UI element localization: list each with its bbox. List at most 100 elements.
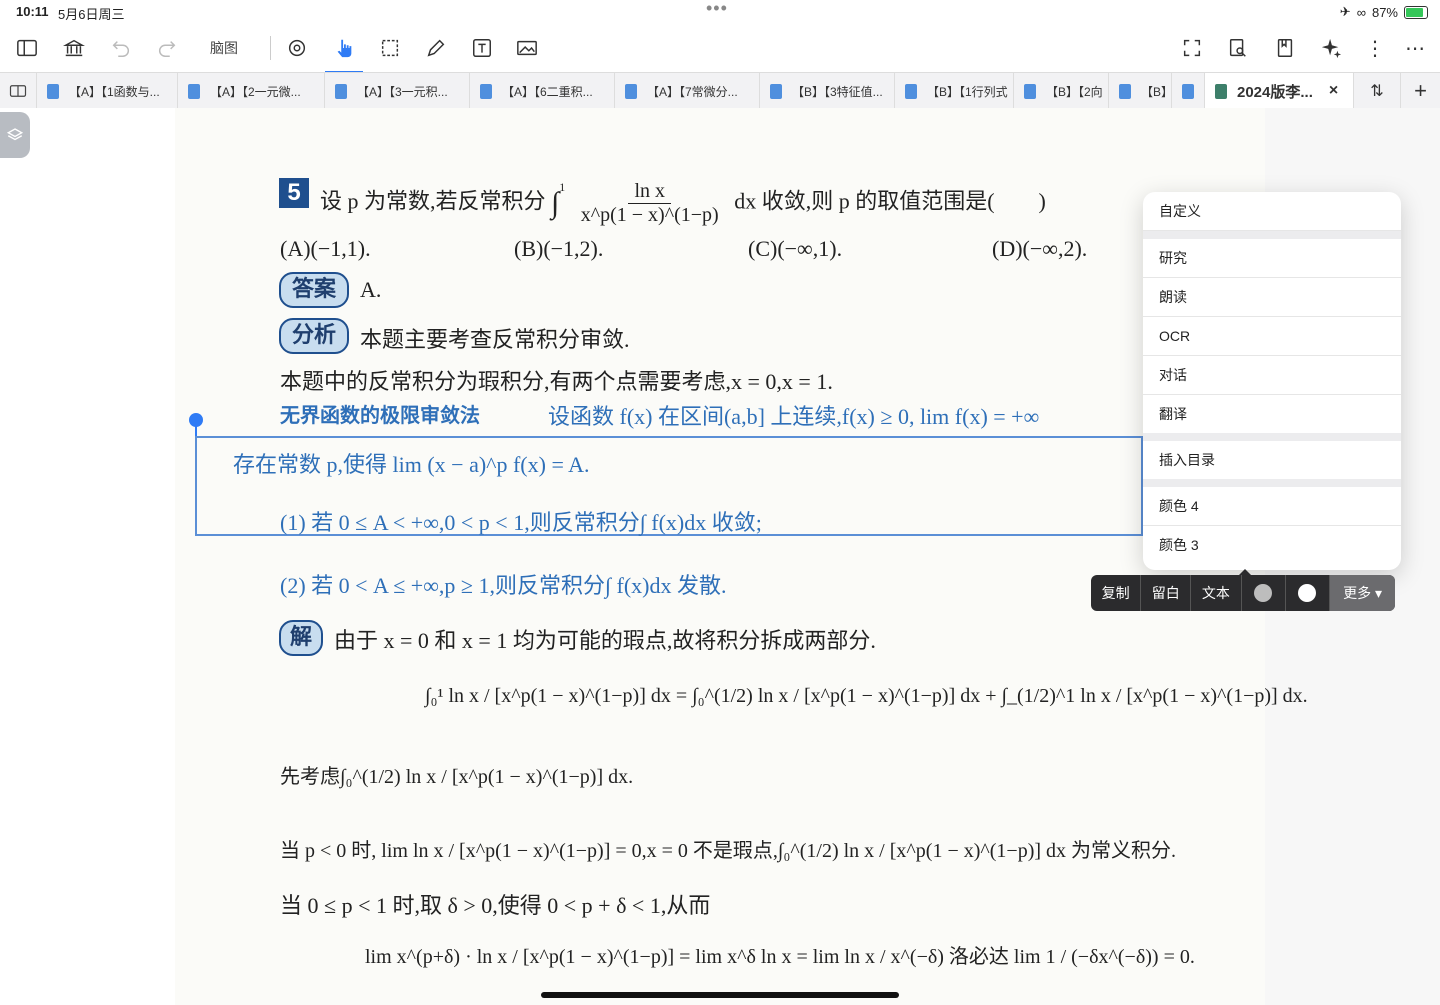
answer-badge: 答案: [279, 272, 349, 308]
menu-item-color-4[interactable]: 颜色 4: [1143, 487, 1401, 526]
copy-button[interactable]: 复制: [1091, 575, 1142, 611]
document-icon: [625, 83, 637, 99]
tab-3[interactable]: 【A】【3一元积...: [325, 73, 470, 109]
pen-icon[interactable]: [425, 36, 447, 60]
theorem-line-2: 存在常数 p,使得 lim (x − a)^p f(x) = A.: [233, 452, 590, 477]
case-p-negative: 当 p < 0 时, lim ln x / [x^p(1 − x)^(1−p)]…: [280, 840, 1177, 862]
left-gutter: [0, 108, 175, 1005]
tab-8[interactable]: 【B】【2向: [1014, 73, 1109, 109]
option-d: (D)(−∞,2).: [992, 236, 1088, 261]
equation-split: ∫₀¹ ln x / [x^p(1 − x)^(1−p)] dx = ∫₀^(1…: [425, 685, 1308, 707]
close-tab-icon[interactable]: ×: [1329, 82, 1338, 100]
tab-6[interactable]: 【B】【3特征值...: [760, 73, 895, 109]
sidebar-toggle-icon[interactable]: [16, 36, 38, 60]
tab-2[interactable]: 【A】【2一元微...: [178, 73, 325, 109]
document-icon: [480, 83, 492, 99]
mindmap-button[interactable]: 脑图: [210, 36, 238, 60]
theorem-text: 设函数 f(x) 在区间(a,b] 上连续,f(x) ≥ 0, lim f(x)…: [548, 404, 1040, 429]
question-number: 5: [279, 178, 309, 208]
analysis-badge: 分析: [279, 318, 349, 354]
undo-icon[interactable]: [110, 36, 132, 60]
hand-pointer-icon[interactable]: [325, 36, 363, 74]
solution-badge: 解: [279, 620, 323, 656]
menu-item-read-aloud[interactable]: 朗读: [1143, 278, 1401, 317]
integrand-numerator: ln x: [628, 180, 671, 204]
document-icon: [335, 83, 347, 99]
bookmark-icon[interactable]: [1274, 36, 1296, 60]
menu-item-translate[interactable]: 翻译: [1143, 395, 1401, 433]
status-time: 10:11: [16, 4, 49, 19]
menu-item-color-3[interactable]: 颜色 3: [1143, 526, 1401, 564]
status-date: 5月6日周三: [58, 7, 125, 22]
vertical-more-icon[interactable]: ⋮: [1365, 36, 1385, 60]
lasso-settings-icon[interactable]: [286, 36, 308, 60]
menu-item-research[interactable]: 研究: [1143, 239, 1401, 278]
menu-item-insert-toc[interactable]: 插入目录: [1143, 441, 1401, 479]
option-b: (B)(−1,2).: [514, 236, 604, 261]
fullscreen-icon[interactable]: [1181, 36, 1203, 60]
textbox-icon[interactable]: [471, 36, 493, 60]
library-icon[interactable]: [63, 36, 85, 60]
crop-select-icon[interactable]: [379, 36, 401, 60]
answer-text: A.: [360, 277, 382, 302]
analysis-text: 本题主要考查反常积分审敛.: [360, 327, 630, 352]
solution-text: 由于 x = 0 和 x = 1 均为可能的瑕点,故将积分拆成两部分.: [334, 628, 876, 653]
status-right: ✈ ∞ 87%: [1340, 4, 1428, 20]
ai-sparkle-icon[interactable]: [1320, 36, 1342, 60]
link-icon: ∞: [1356, 4, 1366, 20]
more-button[interactable]: 更多 ▾: [1330, 575, 1395, 611]
book-cover-icon: [1215, 83, 1227, 99]
tab-1[interactable]: 【A】【1函数与...: [37, 73, 178, 109]
document-icon: [188, 83, 200, 99]
menu-item-ocr[interactable]: OCR: [1143, 317, 1401, 356]
color-grey-button[interactable]: [1242, 575, 1286, 611]
selection-handle[interactable]: [189, 413, 203, 427]
home-indicator[interactable]: [541, 992, 899, 998]
color-white-button[interactable]: [1286, 575, 1331, 611]
selection-popup: 复制 留白 文本 更多 ▾: [1091, 575, 1395, 611]
equation-last: lim x^(p+δ) · ln x / [x^p(1 − x)^(1−p)] …: [365, 946, 1195, 968]
tab-10[interactable]: [1172, 73, 1205, 109]
option-a: (A)(−1,1).: [280, 236, 371, 261]
menu-item-chat[interactable]: 对话: [1143, 356, 1401, 395]
tab-4[interactable]: 【A】【6二重积...: [470, 73, 615, 109]
theorem-case-1: (1) 若 0 ≤ A < +∞,0 < p < 1,则反常积分∫ f(x)dx…: [280, 510, 762, 535]
menu-item-custom[interactable]: 自定义: [1143, 192, 1401, 231]
tab-7[interactable]: 【B】【1行列式: [895, 73, 1014, 109]
question-text: 设 p 为常数,若反常积分 ∫1 ln x x^p(1 − x)^(1−p) dx…: [320, 180, 1046, 226]
consider-text: 先考虑∫₀^(1/2) ln x / [x^p(1 − x)^(1−p)] dx…: [280, 766, 634, 788]
document-icon: [1024, 83, 1036, 99]
redo-icon[interactable]: [156, 36, 178, 60]
grey-swatch-icon: [1254, 584, 1273, 602]
add-tab-icon[interactable]: +: [1401, 73, 1440, 109]
paragraph-1: 本题中的反常积分为瑕积分,有两个点需要考虑,x = 0,x = 1.: [280, 369, 833, 394]
white-swatch-icon: [1298, 584, 1317, 602]
tab-current[interactable]: 2024版李... ×: [1205, 73, 1354, 109]
search-document-icon[interactable]: [1227, 36, 1249, 60]
blank-button[interactable]: 留白: [1141, 575, 1192, 611]
multitask-dots[interactable]: •••: [706, 0, 728, 19]
tab-bar: 【A】【1函数与... 【A】【2一元微... 【A】【3一元积... 【A】【…: [0, 72, 1440, 110]
menu-separator: [1143, 479, 1401, 487]
text-button[interactable]: 文本: [1191, 575, 1242, 611]
sort-tabs-icon[interactable]: ⇅: [1354, 73, 1401, 109]
layers-handle[interactable]: [0, 112, 30, 158]
menu-separator: [1143, 231, 1401, 239]
tab-5[interactable]: 【A】【7常微分...: [615, 73, 760, 109]
menu-separator: [1143, 433, 1401, 441]
document-icon: [1182, 83, 1194, 99]
battery-icon: [1404, 5, 1428, 19]
toolbar-divider: [270, 36, 271, 60]
case-p-0-1: 当 0 ≤ p < 1 时,取 δ > 0,使得 0 < p + δ < 1,从…: [280, 893, 711, 918]
document-icon: [1119, 83, 1131, 99]
theorem-case-2: (2) 若 0 < A ≤ +∞,p ≥ 1,则反常积分∫ f(x)dx 发散.: [280, 573, 727, 598]
layers-icon: [6, 128, 24, 141]
toolbar: 脑图 ⋮ ⋯: [0, 26, 1440, 74]
document-icon: [770, 83, 782, 99]
status-bar: 10:11 5月6日周三 ••• ✈ ∞ 87%: [0, 0, 1440, 24]
more-icon[interactable]: ⋯: [1405, 36, 1425, 60]
tab-9[interactable]: 【B】: [1109, 73, 1172, 109]
split-view-icon[interactable]: [0, 73, 37, 109]
image-icon[interactable]: [516, 36, 538, 60]
document-icon: [47, 83, 59, 99]
